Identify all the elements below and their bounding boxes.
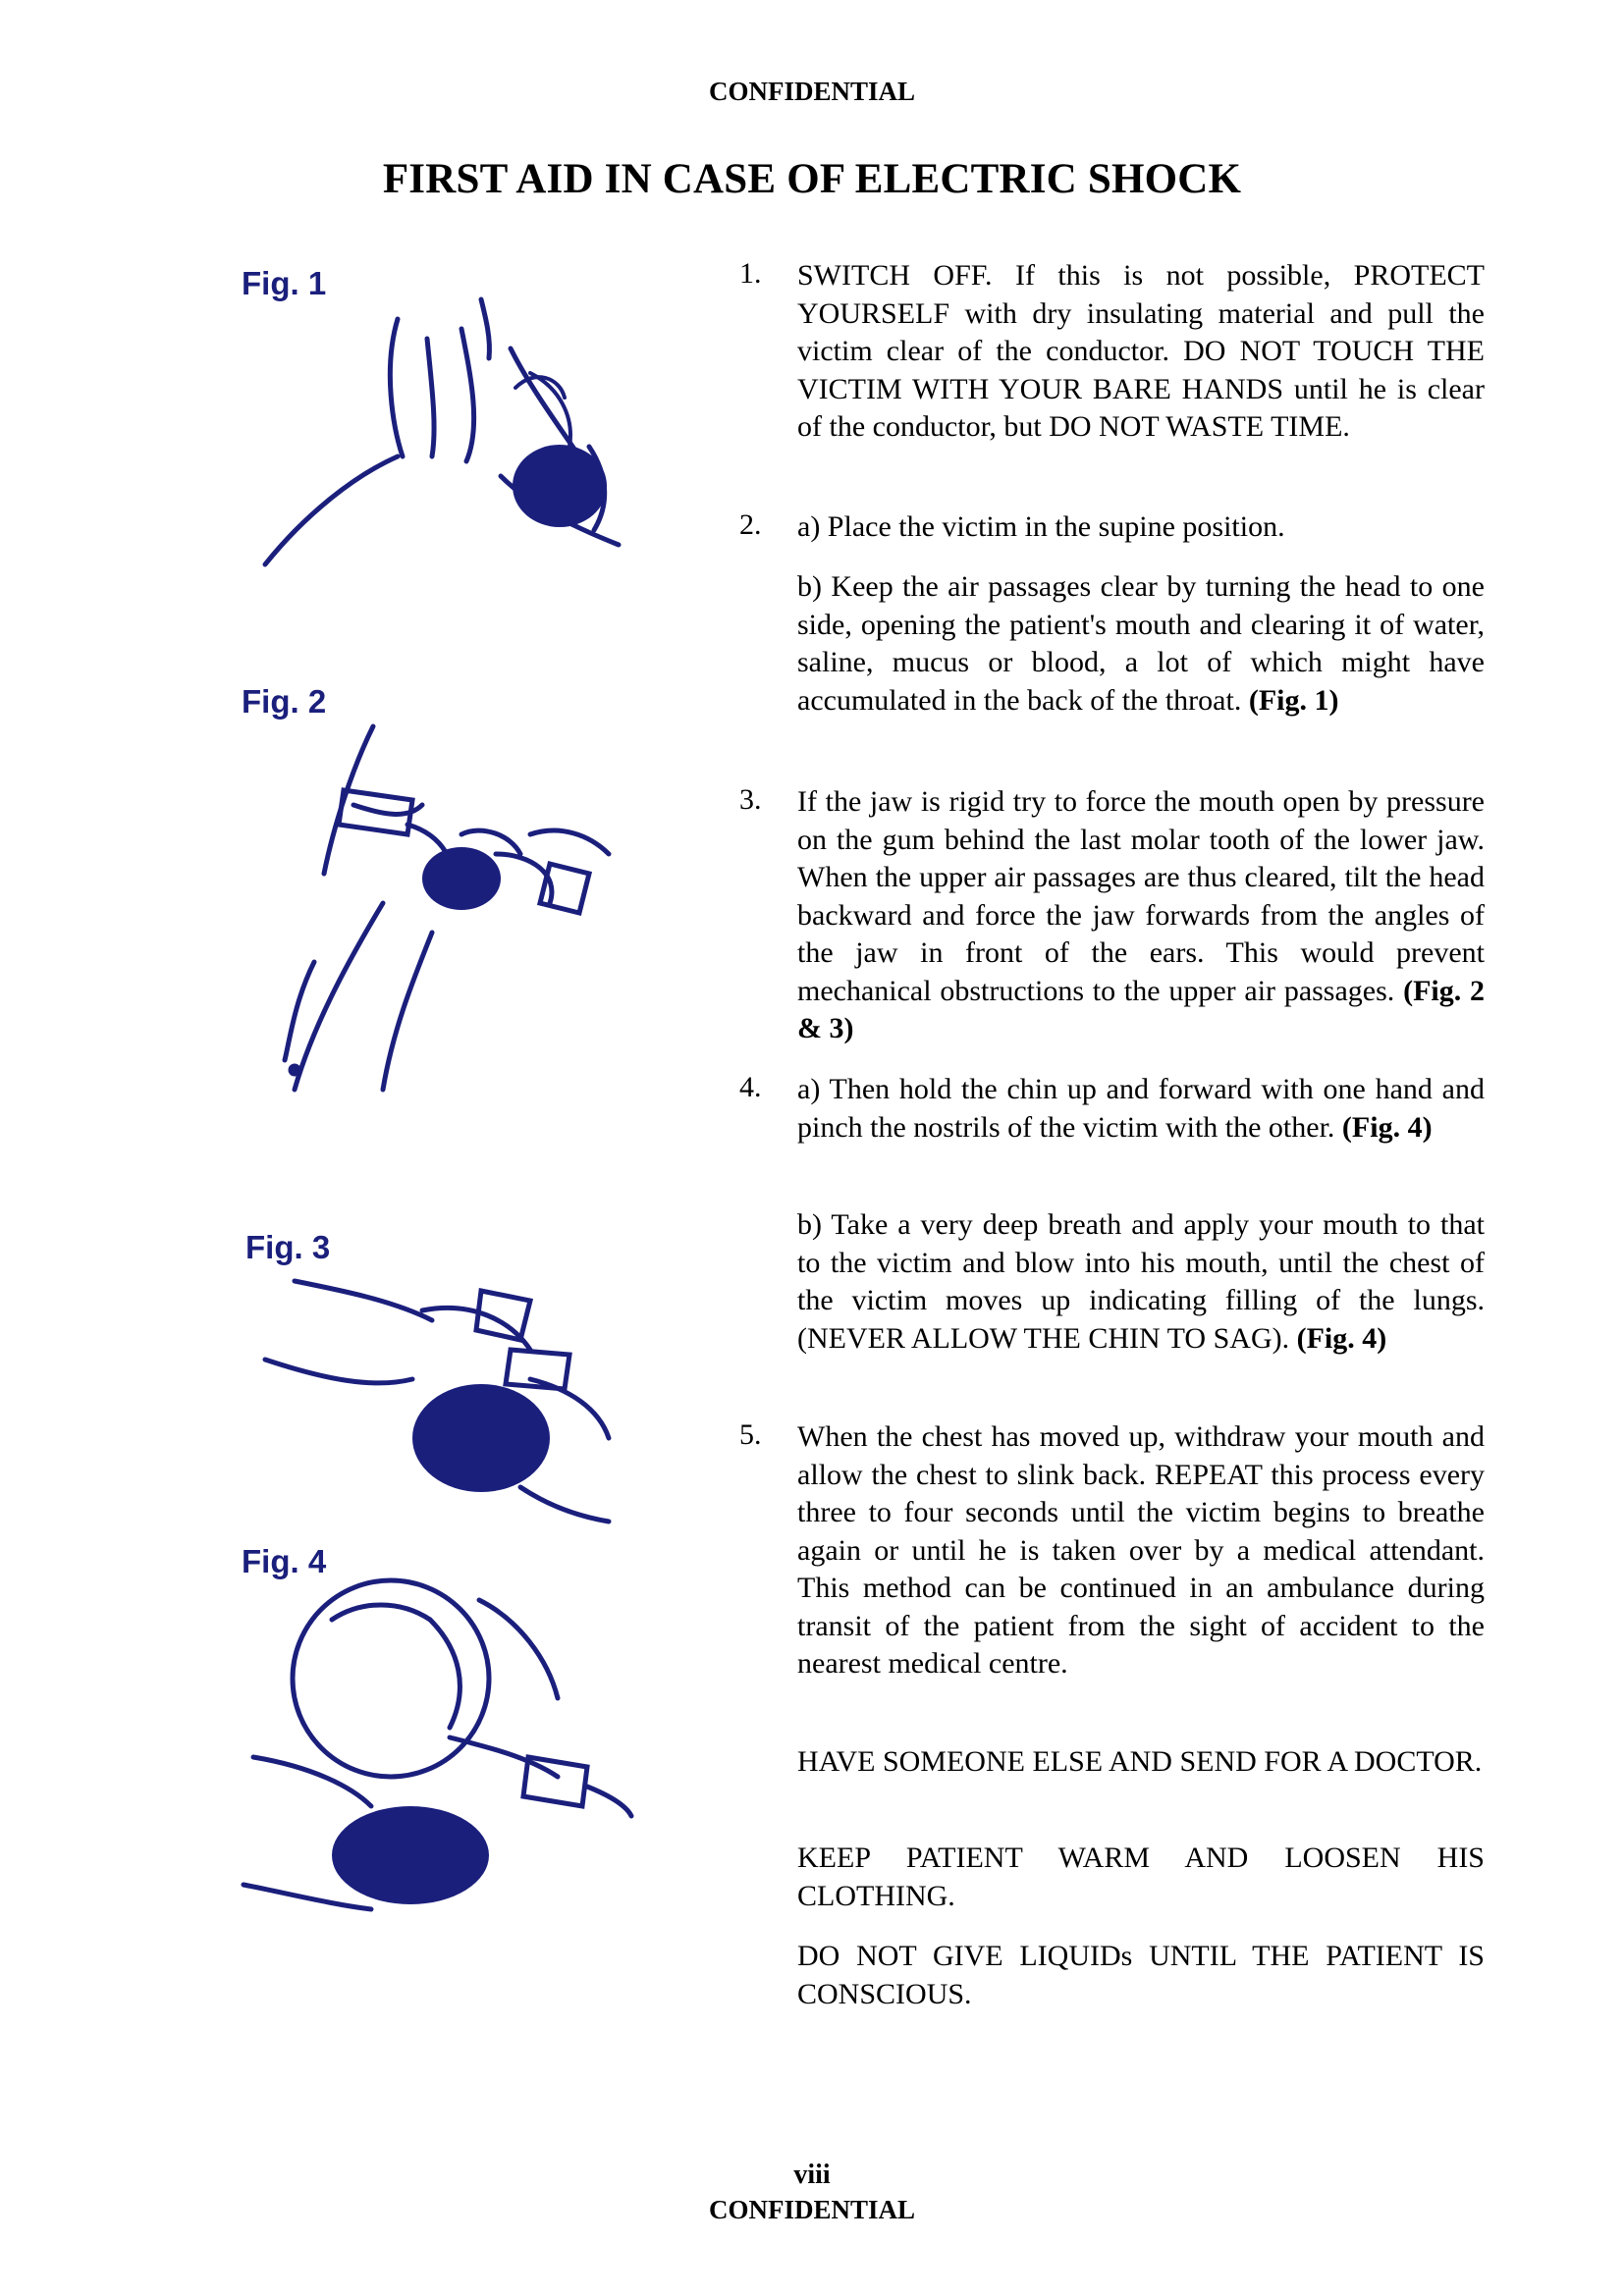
step-1-number: 1. <box>739 257 762 290</box>
step-2b-text: b) Keep the air passages clear by turnin… <box>797 570 1485 717</box>
step-4a-paragraph: a) Then hold the chin up and forward wit… <box>797 1071 1485 1147</box>
figure-3-illustration <box>236 1242 628 1526</box>
confidential-footer: CONFIDENTIAL <box>708 2195 916 2224</box>
figure-4-illustration <box>234 1561 636 1914</box>
figure-2-illustration <box>236 707 648 1099</box>
step-4b-figure-ref: (Fig. 4) <box>1296 1321 1387 1355</box>
note-keep-warm: KEEP PATIENT WARM AND LOOSEN HIS CLOTHIN… <box>797 1842 1485 1912</box>
step-3-number: 3. <box>739 783 762 816</box>
page-title: FIRST AID IN CASE OF ELECTRIC SHOCK <box>382 156 1242 202</box>
step-2-number: 2. <box>739 508 762 541</box>
figure-1-illustration <box>236 280 648 574</box>
step-2b-paragraph: b) Keep the air passages clear by turnin… <box>797 568 1485 720</box>
step-3-paragraph: If the jaw is rigid try to force the mou… <box>797 783 1485 1048</box>
step-5-number: 5. <box>739 1418 762 1451</box>
note-send-for-doctor: HAVE SOMEONE ELSE AND SEND FOR A DOCTOR. <box>797 1745 1483 1778</box>
step-4a-figure-ref: (Fig. 4) <box>1341 1110 1433 1144</box>
step-2b-figure-ref: (Fig. 1) <box>1248 683 1339 717</box>
note-no-liquids: DO NOT GIVE LIQUIDs UNTIL THE PATIENT IS… <box>797 1940 1485 2010</box>
step-1-text: SWITCH OFF. If this is not possible, PRO… <box>797 259 1485 443</box>
step-3-text: If the jaw is rigid try to force the mou… <box>797 785 1485 1007</box>
step-5-text: When the chest has moved up, withdraw yo… <box>797 1420 1485 1680</box>
step-4-number: 4. <box>739 1071 762 1103</box>
step-4b-paragraph: b) Take a very deep breath and apply you… <box>797 1206 1485 1358</box>
confidential-header: CONFIDENTIAL <box>708 77 916 106</box>
step-2a-text: a) Place the victim in the supine positi… <box>797 510 1285 543</box>
page-number: viii <box>793 2160 831 2190</box>
